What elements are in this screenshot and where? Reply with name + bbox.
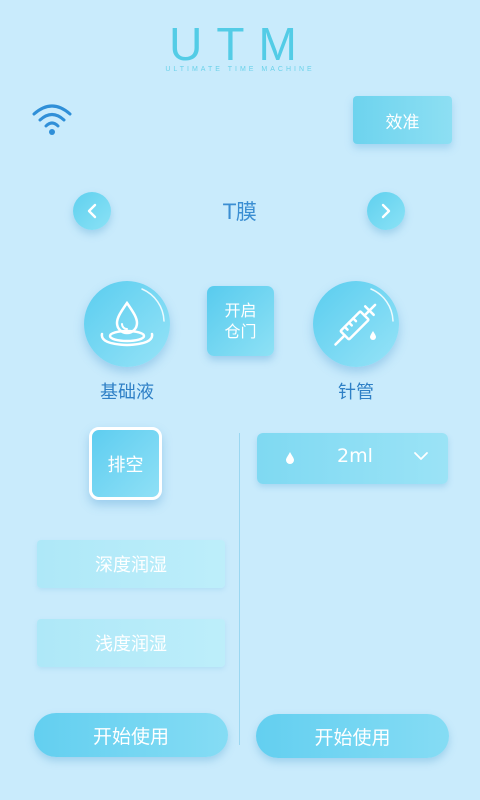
next-mode-button[interactable] [367, 192, 405, 230]
panel-divider [239, 433, 240, 745]
previous-mode-button[interactable] [73, 192, 111, 230]
start-button-right[interactable]: 开始使用 [256, 714, 449, 758]
chevron-left-icon [87, 203, 97, 219]
shallow-wetting-button[interactable]: 浅度润湿 [37, 619, 225, 667]
open-door-label-line1: 开启 [224, 301, 257, 320]
mode-title: T膜 [223, 200, 257, 224]
syringe-icon [334, 288, 394, 346]
volume-select[interactable]: 2ml [257, 433, 448, 484]
water-drop-icon [100, 288, 165, 347]
wifi-icon[interactable] [30, 100, 74, 140]
chevron-down-icon [414, 452, 428, 460]
droplet-icon [286, 452, 294, 464]
base-fluid-label: 基础液 [100, 382, 154, 403]
app-logo: UTM [169, 18, 311, 70]
open-door-button[interactable]: 开启 仓门 [207, 286, 274, 356]
chevron-right-icon [381, 203, 391, 219]
deep-wetting-button[interactable]: 深度润湿 [37, 540, 225, 588]
needle-button[interactable] [313, 281, 399, 367]
open-door-label-line2: 仓门 [224, 322, 257, 341]
drain-button[interactable]: 排空 [89, 427, 162, 500]
needle-label: 针管 [338, 382, 374, 403]
start-button-left[interactable]: 开始使用 [34, 713, 228, 757]
calibrate-button[interactable]: 效准 [353, 96, 452, 144]
base-fluid-button[interactable] [84, 281, 170, 367]
app-logo-subtitle: ULTIMATE TIME MACHINE [165, 66, 315, 73]
volume-value: 2ml [337, 445, 373, 467]
